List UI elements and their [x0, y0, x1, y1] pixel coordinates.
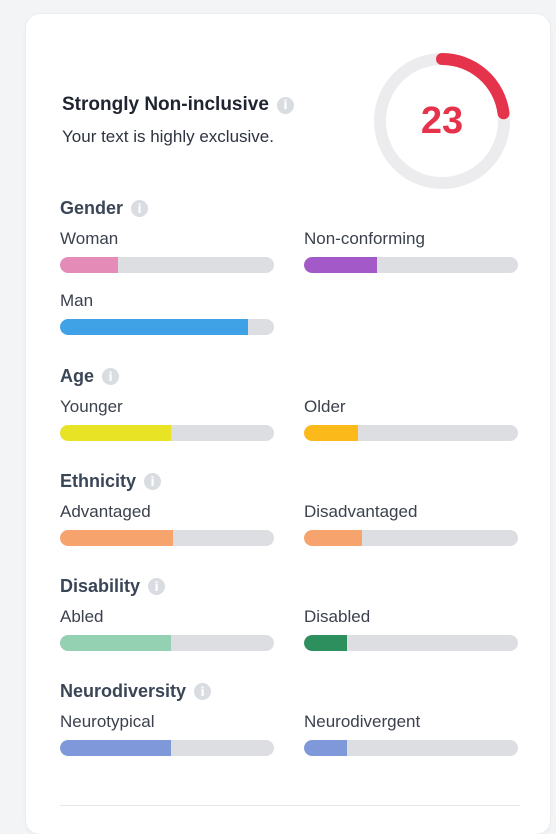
- metric-label: Advantaged: [60, 502, 151, 521]
- section-title: Neurodiversity: [60, 681, 187, 701]
- metric-label: Younger: [60, 397, 123, 416]
- metric-grid: Younger Older: [60, 397, 520, 457]
- rating-title: Strongly Non-inclusive: [62, 94, 269, 115]
- metric-advantaged: Advantaged: [60, 502, 274, 546]
- info-icon[interactable]: i: [194, 683, 212, 700]
- metric-bar: [60, 740, 274, 756]
- metric-grid: Advantaged Disadvantaged: [60, 502, 520, 562]
- section-age: Age i Younger Older: [60, 366, 520, 457]
- metric-bar: [60, 257, 274, 273]
- info-icon[interactable]: i: [144, 473, 162, 490]
- metric-bar-fill: [304, 635, 347, 651]
- section-title-row: Age i: [60, 366, 520, 387]
- metric-grid: Woman Non-conforming Man: [60, 229, 520, 349]
- rating-header: Strongly Non-inclusive i Your text is hi…: [62, 94, 294, 147]
- metric-label: Older: [304, 397, 346, 416]
- metric-non-conforming: Non-conforming: [304, 229, 518, 273]
- section-title: Age: [60, 366, 95, 386]
- metric-bar-fill: [60, 740, 172, 756]
- section-title-row: Ethnicity i: [60, 471, 520, 492]
- section-gender: Gender i Woman Non-conforming Man: [60, 198, 520, 349]
- info-icon[interactable]: i: [148, 578, 166, 595]
- metric-label: Neurodivergent: [304, 712, 421, 731]
- metric-bar-fill: [60, 635, 172, 651]
- metric-bar: [60, 635, 274, 651]
- metric-label: Abled: [60, 607, 104, 626]
- section-title: Ethnicity: [60, 471, 137, 491]
- metric-bar-fill: [60, 257, 118, 273]
- metric-bar-fill: [304, 530, 362, 546]
- metric-abled: Abled: [60, 607, 274, 651]
- rating-subtitle: Your text is highly exclusive.: [62, 127, 274, 146]
- metric-disadvantaged: Disadvantaged: [304, 502, 518, 546]
- metric-bar: [304, 425, 518, 441]
- info-icon[interactable]: i: [102, 368, 120, 385]
- metric-bar-fill: [60, 319, 249, 335]
- metric-bar: [60, 425, 274, 441]
- score-value: 23: [420, 99, 464, 142]
- metric-disabled: Disabled: [304, 607, 518, 651]
- metric-label: Man: [60, 291, 94, 310]
- metric-bar-fill: [304, 257, 377, 273]
- info-icon[interactable]: i: [131, 200, 149, 217]
- metric-label: Neurotypical: [60, 712, 155, 731]
- section-title: Gender: [60, 198, 124, 218]
- section-title-row: Neurodiversity i: [60, 681, 520, 702]
- metric-bar: [304, 257, 518, 273]
- metric-neurodivergent: Neurodivergent: [304, 712, 518, 756]
- metric-bar: [304, 530, 518, 546]
- info-icon[interactable]: i: [276, 96, 294, 114]
- metric-woman: Woman: [60, 229, 274, 273]
- metric-grid: Abled Disabled: [60, 607, 520, 667]
- metric-label: Disabled: [304, 607, 371, 626]
- divider: [60, 805, 520, 806]
- metric-older: Older: [304, 397, 518, 441]
- section-neurodiversity: Neurodiversity i Neurotypical Neurodiver…: [60, 681, 520, 772]
- metric-bar: [60, 319, 274, 335]
- metric-bar: [304, 635, 518, 651]
- section-title: Disability: [60, 576, 141, 596]
- section-title-row: Disability i: [60, 576, 520, 597]
- rating-title-row: Strongly Non-inclusive i: [62, 94, 294, 116]
- metric-neurotypical: Neurotypical: [60, 712, 274, 756]
- metric-label: Disadvantaged: [304, 502, 418, 521]
- section-title-row: Gender i: [60, 198, 520, 219]
- metric-man: Man: [60, 291, 274, 335]
- metric-label: Woman: [60, 229, 119, 248]
- metric-grid: Neurotypical Neurodivergent: [60, 712, 520, 772]
- section-disability: Disability i Abled Disabled: [60, 576, 520, 667]
- section-ethnicity: Ethnicity i Advantaged Disadvantaged: [60, 471, 520, 562]
- metric-bar: [60, 530, 274, 546]
- metric-bar-fill: [304, 740, 347, 756]
- score-gauge: 23: [369, 48, 515, 194]
- metric-bar: [304, 740, 518, 756]
- metric-bar-fill: [60, 530, 174, 546]
- metric-younger: Younger: [60, 397, 274, 441]
- inclusivity-card: Strongly Non-inclusive i Your text is hi…: [26, 14, 550, 834]
- metric-label: Non-conforming: [304, 229, 425, 248]
- metric-bar-fill: [304, 425, 358, 441]
- metric-bar-fill: [60, 425, 172, 441]
